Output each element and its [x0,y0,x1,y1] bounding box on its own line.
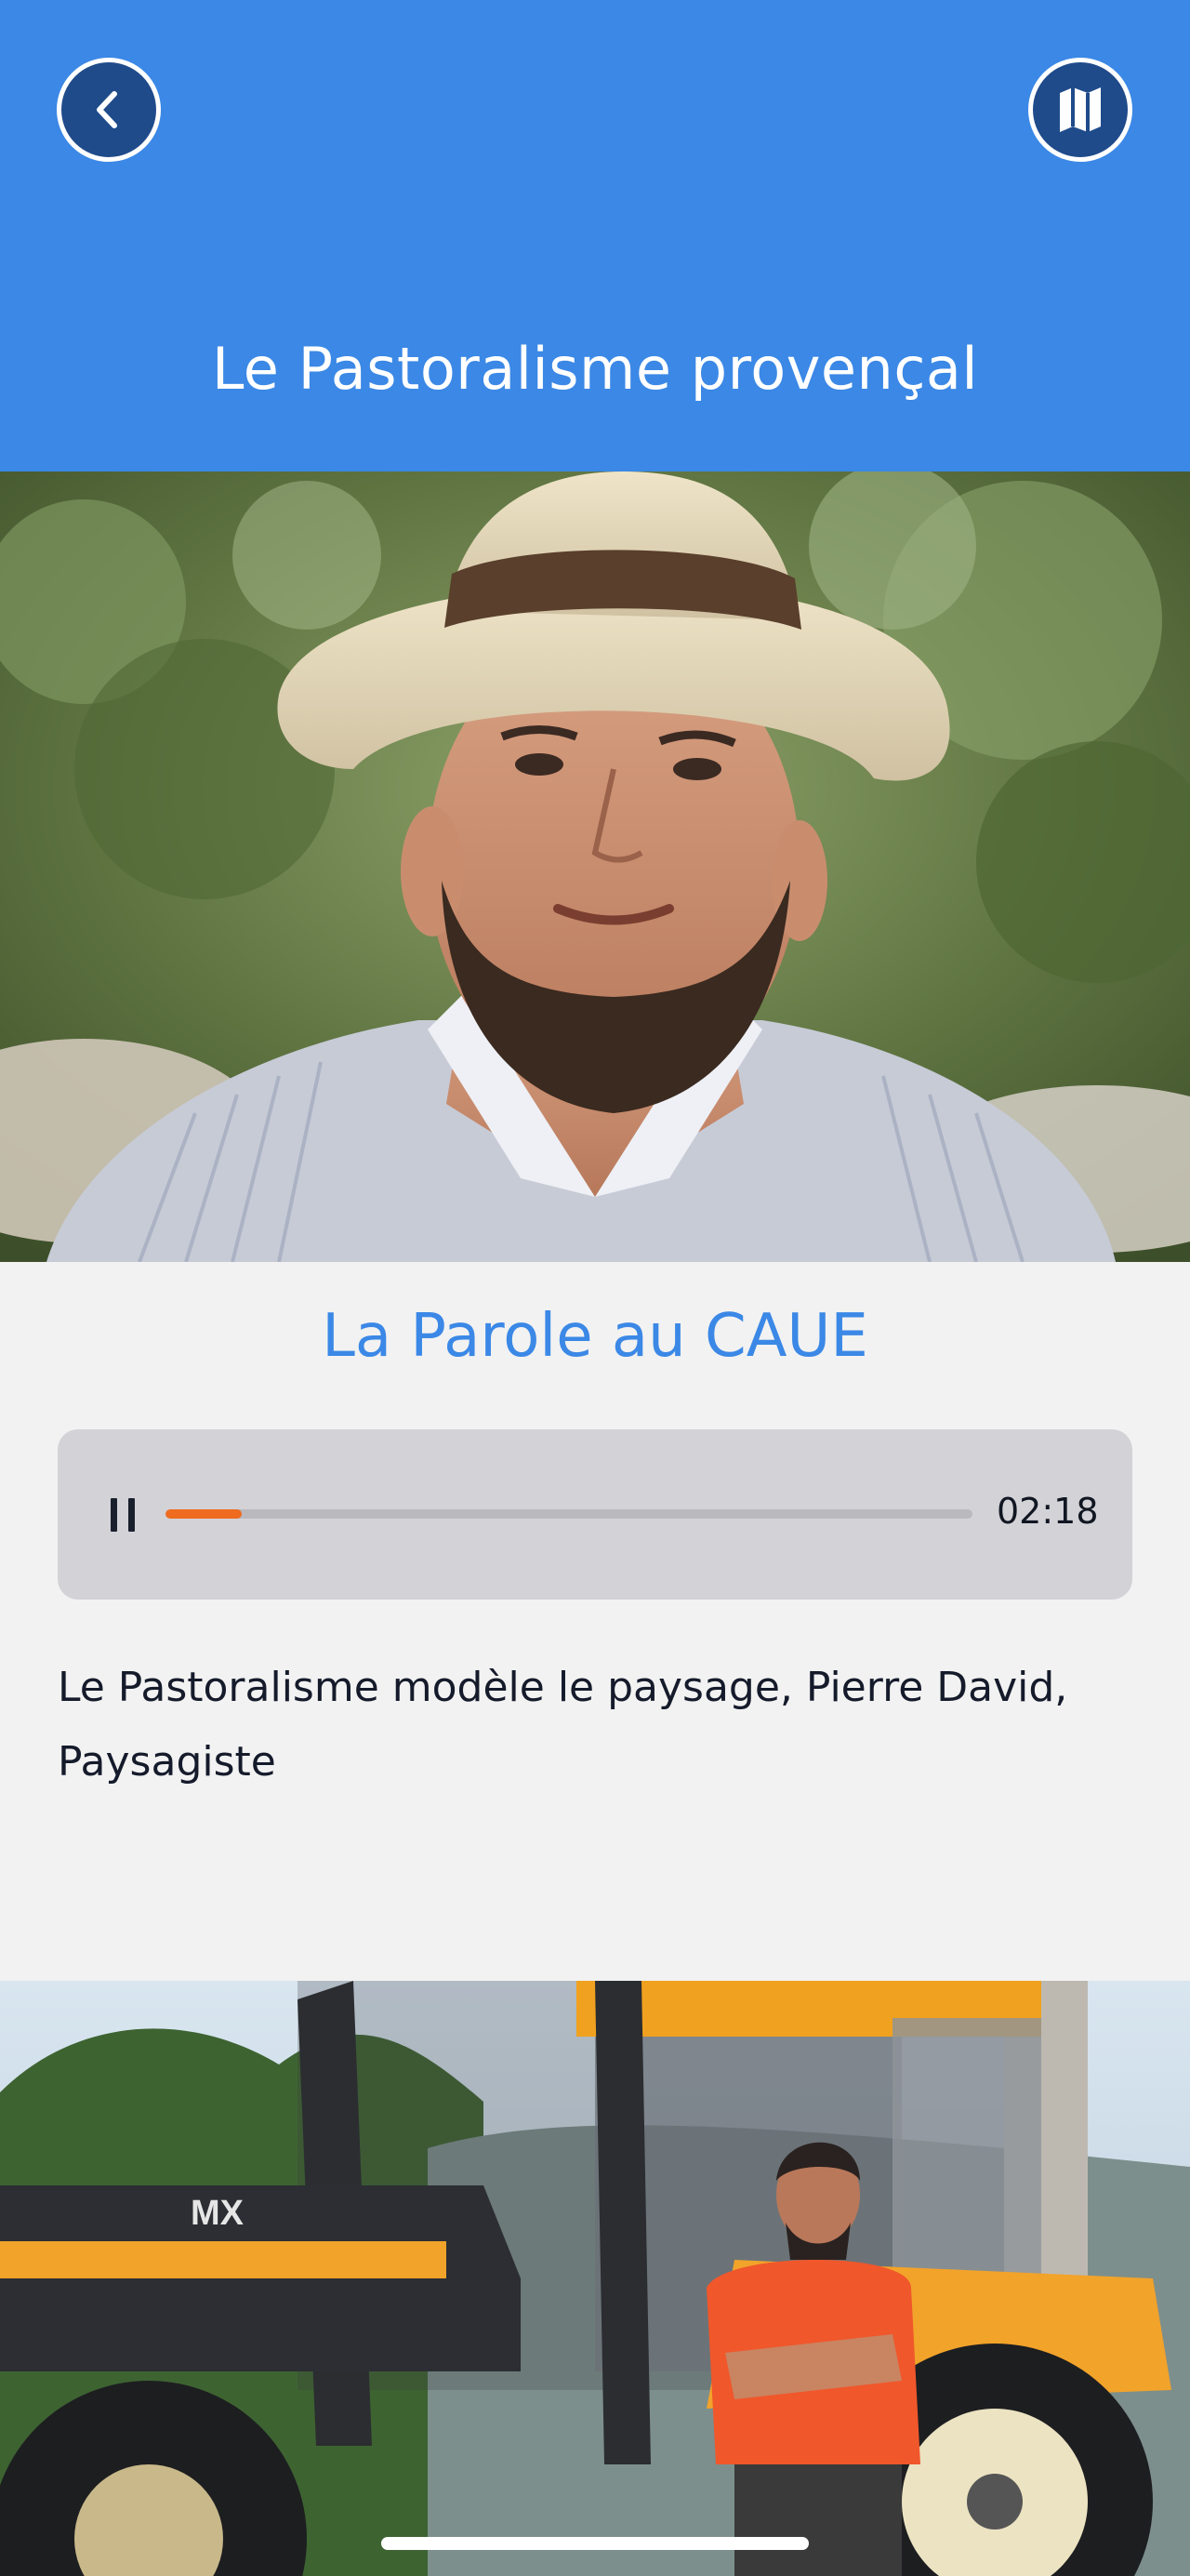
description-text: Le Pastoralisme modèle le paysage, Pierr… [58,1664,1068,1786]
progress-track[interactable] [165,1509,972,1519]
page-title: Le Pastoralisme provençal [211,335,979,403]
man-wearing-straw-hat-photo [0,471,1190,1262]
man-standing-by-tractor-photo: MX [0,1981,1190,2576]
chevron-left-icon [97,91,117,128]
map-icon [1060,87,1101,132]
screen: Le Pastoralisme provençal La Parole au C… [0,0,1190,2576]
pause-icon-bar [128,1498,135,1532]
time-display: 02:18 [997,1491,1099,1532]
progress-fill [165,1509,243,1519]
pause-button[interactable] [95,1481,151,1548]
pause-icon [111,1498,117,1532]
home-indicator[interactable] [381,2537,809,2550]
back-button[interactable] [57,58,161,162]
audio-player: 02:18 [58,1429,1132,1600]
header-bar: Le Pastoralisme provençal [0,0,1190,471]
section-title: La Parole au CAUE [322,1302,868,1371]
svg-text:MX: MX [191,2194,245,2233]
map-button[interactable] [1028,58,1132,162]
